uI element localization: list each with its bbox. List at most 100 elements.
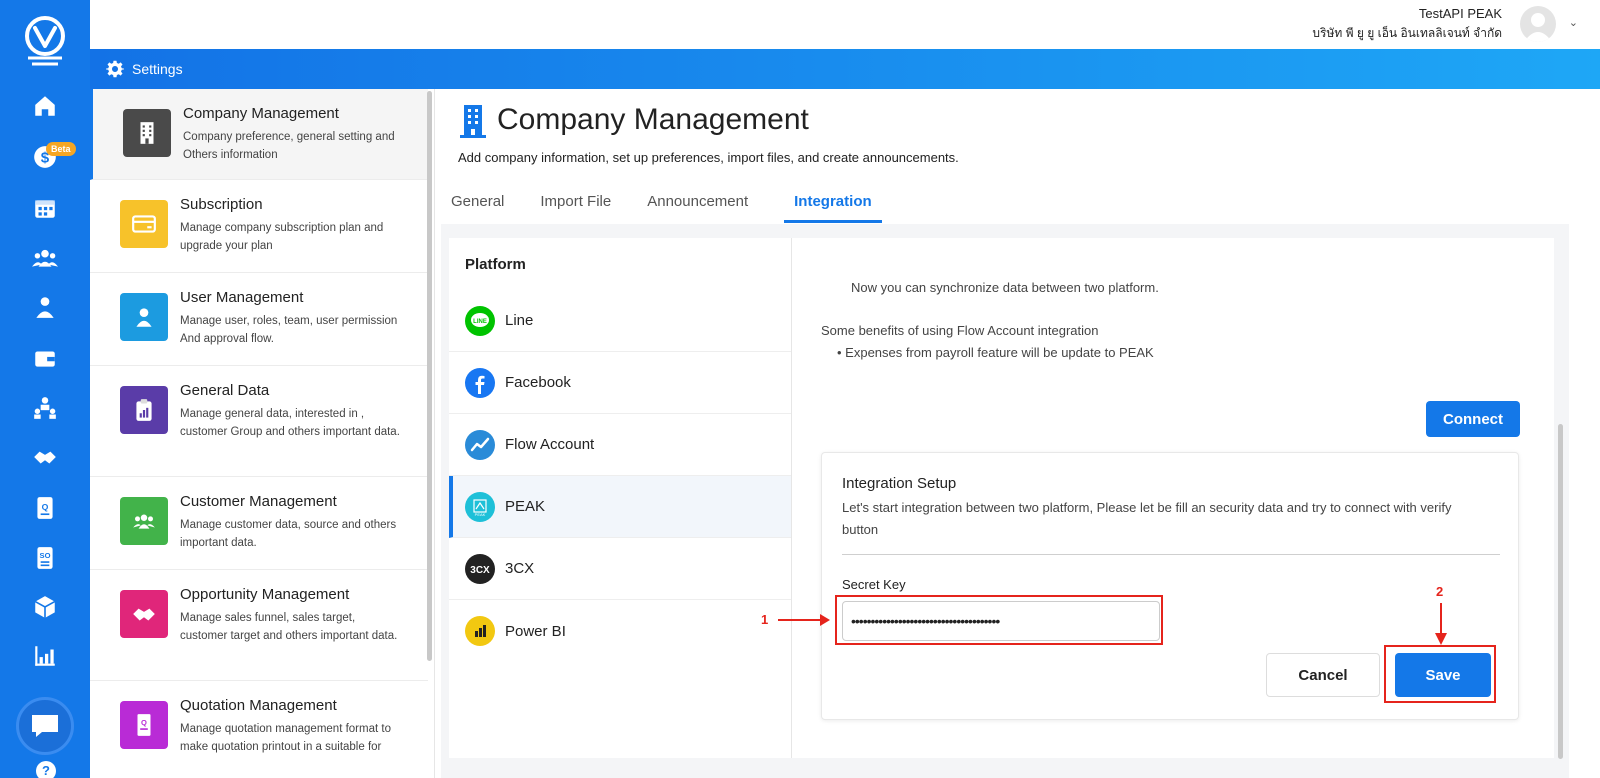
- app-logo[interactable]: [18, 14, 72, 68]
- page-header: Company Management Add company informati…: [441, 89, 1569, 224]
- platform-peak[interactable]: PEAK PEAK: [449, 476, 791, 538]
- tab-announcement[interactable]: Announcement: [647, 183, 766, 223]
- quotation-icon[interactable]: Q: [30, 493, 60, 523]
- user-icon: [120, 293, 168, 341]
- svg-text:Q: Q: [42, 502, 49, 512]
- tab-import-file[interactable]: Import File: [540, 183, 629, 223]
- left-nav-rail: $ Beta Q SO ?: [0, 0, 90, 778]
- menu-item-title: Quotation Management: [180, 697, 337, 714]
- customers-icon: [120, 497, 168, 545]
- home-icon[interactable]: [30, 91, 60, 121]
- menu-scrollbar[interactable]: [427, 91, 432, 661]
- chat-button[interactable]: [16, 697, 74, 755]
- settings-bar: Settings: [90, 49, 1600, 89]
- setup-description: Let's start integration between two plat…: [842, 500, 1452, 537]
- platform-power-bi[interactable]: Power BI: [449, 600, 791, 662]
- menu-item-customer-management[interactable]: Customer Management Manage customer data…: [90, 477, 428, 570]
- menu-item-quotation-management[interactable]: Q Quotation Management Manage quotation …: [90, 681, 428, 778]
- 3cx-icon: 3CX: [465, 553, 495, 584]
- svg-text:PEAK: PEAK: [475, 512, 486, 517]
- platform-heading: Platform: [465, 256, 526, 273]
- building-icon: [123, 109, 171, 157]
- annotation-step-1: 1: [761, 612, 769, 627]
- sync-description: Now you can synchronize data between two…: [851, 280, 1159, 295]
- menu-item-desc: Manage company subscription plan and upg…: [180, 222, 384, 252]
- building-icon: [460, 105, 486, 138]
- facebook-icon: [465, 367, 495, 398]
- menu-item-title: Subscription: [180, 196, 263, 213]
- sales-order-icon[interactable]: SO: [30, 543, 60, 573]
- handshake-icon[interactable]: [30, 442, 60, 472]
- flow-account-icon: [465, 429, 495, 460]
- menu-item-title: Opportunity Management: [180, 586, 350, 603]
- menu-item-desc: Manage general data, interested in , cus…: [180, 408, 400, 438]
- wallet-icon[interactable]: [30, 343, 60, 373]
- report-chart-icon[interactable]: [30, 641, 60, 671]
- product-box-icon[interactable]: [30, 592, 60, 622]
- svg-text:SO: SO: [40, 551, 51, 560]
- annotation-highlight-save: [1384, 645, 1496, 703]
- main-scrollbar[interactable]: [1558, 424, 1563, 759]
- handshake-icon: [120, 590, 168, 638]
- platform-line[interactable]: LINE Line: [449, 290, 791, 352]
- menu-item-desc: Manage quotation management format to ma…: [180, 723, 391, 753]
- settings-label: Settings: [132, 61, 183, 77]
- platform-name: Line: [505, 312, 534, 329]
- organization-icon[interactable]: [30, 393, 60, 423]
- clipboard-icon: [120, 386, 168, 434]
- platform-name: Power BI: [505, 622, 566, 640]
- platform-name: Facebook: [505, 374, 571, 391]
- team-icon[interactable]: [30, 243, 60, 273]
- menu-item-title: Company Management: [183, 105, 339, 122]
- help-icon[interactable]: ?: [36, 761, 56, 778]
- divider: [842, 554, 1500, 555]
- menu-item-title: Customer Management: [180, 493, 337, 510]
- arrow-right-icon: [778, 614, 830, 626]
- platform-facebook[interactable]: Facebook: [449, 352, 791, 414]
- arrow-down-icon: [1435, 603, 1447, 645]
- menu-item-general-data[interactable]: General Data Manage general data, intere…: [90, 366, 428, 477]
- beta-badge: Beta: [46, 142, 76, 156]
- tab-general[interactable]: General: [451, 183, 522, 223]
- platform-3cx[interactable]: 3CX 3CX: [449, 538, 791, 600]
- top-bar: TestAPI PEAK บริษัท พี ยู ยู เอ็น อินเทล…: [90, 0, 1600, 49]
- connect-button[interactable]: Connect: [1426, 401, 1520, 437]
- secret-key-label: Secret Key: [842, 577, 906, 592]
- user-name: TestAPI PEAK: [1418, 6, 1502, 21]
- menu-item-user-management[interactable]: User Management Manage user, roles, team…: [90, 273, 428, 366]
- avatar[interactable]: [1520, 6, 1556, 42]
- platform-list: Platform LINE Line Facebook Flow Account…: [449, 238, 791, 758]
- card-icon: [120, 200, 168, 248]
- contact-icon[interactable]: [30, 292, 60, 322]
- chevron-down-icon[interactable]: ⌄: [1569, 16, 1578, 29]
- chat-icon: [32, 715, 58, 737]
- page-title: Company Management: [497, 103, 809, 136]
- menu-item-company-management[interactable]: Company Management Company preference, g…: [90, 89, 428, 180]
- cancel-button[interactable]: Cancel: [1266, 653, 1380, 697]
- line-icon: LINE: [465, 305, 495, 336]
- peak-icon: PEAK: [465, 491, 495, 522]
- benefit-item: • Expenses from payroll feature will be …: [837, 345, 1154, 360]
- menu-item-desc: Manage sales funnel, sales target, custo…: [180, 612, 398, 642]
- platform-name: 3CX: [505, 560, 535, 577]
- gear-icon: [106, 60, 124, 78]
- menu-item-subscription[interactable]: Subscription Manage company subscription…: [90, 180, 428, 273]
- company-name: บริษัท พี ยู ยู เอ็น อินเทลลิเจนท์ จำกัด: [1312, 26, 1502, 40]
- page-subtitle: Add company information, set up preferen…: [458, 150, 959, 165]
- menu-item-title: General Data: [180, 382, 270, 399]
- annotation-step-2: 2: [1436, 584, 1444, 599]
- calendar-icon[interactable]: [30, 193, 60, 223]
- power-bi-icon: [465, 616, 495, 646]
- svg-text:Q: Q: [141, 718, 147, 727]
- svg-text:LINE: LINE: [473, 319, 487, 325]
- menu-item-opportunity-management[interactable]: Opportunity Management Manage sales funn…: [90, 570, 428, 681]
- tab-bar: General Import File Announcement Integra…: [451, 183, 900, 223]
- tab-integration[interactable]: Integration: [784, 183, 882, 223]
- menu-item-desc: Company preference, general setting and …: [183, 131, 395, 161]
- platform-name: Flow Account: [505, 436, 595, 453]
- platform-name: PEAK: [505, 498, 546, 515]
- settings-menu: Company Management Company preference, g…: [90, 89, 435, 778]
- setup-title: Integration Setup: [842, 475, 957, 492]
- platform-flow-account[interactable]: Flow Account: [449, 414, 791, 476]
- svg-text:3CX: 3CX: [470, 565, 490, 576]
